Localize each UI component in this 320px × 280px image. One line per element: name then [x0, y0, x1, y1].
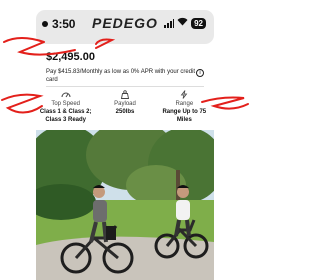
product-price: $2,495.00	[46, 51, 95, 63]
info-icon[interactable]: i	[196, 69, 204, 77]
spec-value: 250lbs	[115, 109, 135, 115]
lightning-icon	[155, 90, 214, 100]
speedometer-icon	[36, 90, 95, 100]
spec-value: Range Up to 75 Miles	[162, 109, 207, 123]
spec-top-speed: Top Speed Class 1 & Class 2; Class 3 Rea…	[36, 88, 95, 128]
financing-text: Pay $415.83/Monthly as low as 0% APR wit…	[46, 69, 196, 83]
spec-list: Top Speed Class 1 & Class 2; Class 3 Rea…	[36, 88, 214, 128]
signal-icon	[164, 18, 175, 28]
weight-icon	[95, 90, 154, 100]
camera-dot-icon	[42, 21, 48, 27]
spec-range: Range Range Up to 75 Miles	[155, 88, 214, 128]
spec-label: Top Speed	[51, 101, 81, 107]
status-time: 3:50	[52, 17, 76, 31]
divider	[46, 86, 204, 87]
brand-logo[interactable]: PEDEGO	[92, 15, 158, 31]
spec-label: Payload	[114, 101, 136, 107]
riders-photo	[36, 130, 214, 280]
spec-value: Class 1 & Class 2; Class 3 Ready	[39, 109, 92, 123]
spec-label: Range	[175, 101, 194, 107]
status-bar: 3:50 PEDEGO 92	[36, 10, 214, 44]
spec-payload: Payload 250lbs	[95, 88, 154, 128]
phone-screen: 3:50 PEDEGO 92 $2,495.00 Pay $415.83/Mon…	[36, 10, 214, 280]
wifi-icon	[177, 17, 188, 29]
product-photo[interactable]	[36, 130, 214, 280]
battery-indicator: 92	[191, 17, 206, 29]
status-icons: 92	[164, 17, 206, 29]
